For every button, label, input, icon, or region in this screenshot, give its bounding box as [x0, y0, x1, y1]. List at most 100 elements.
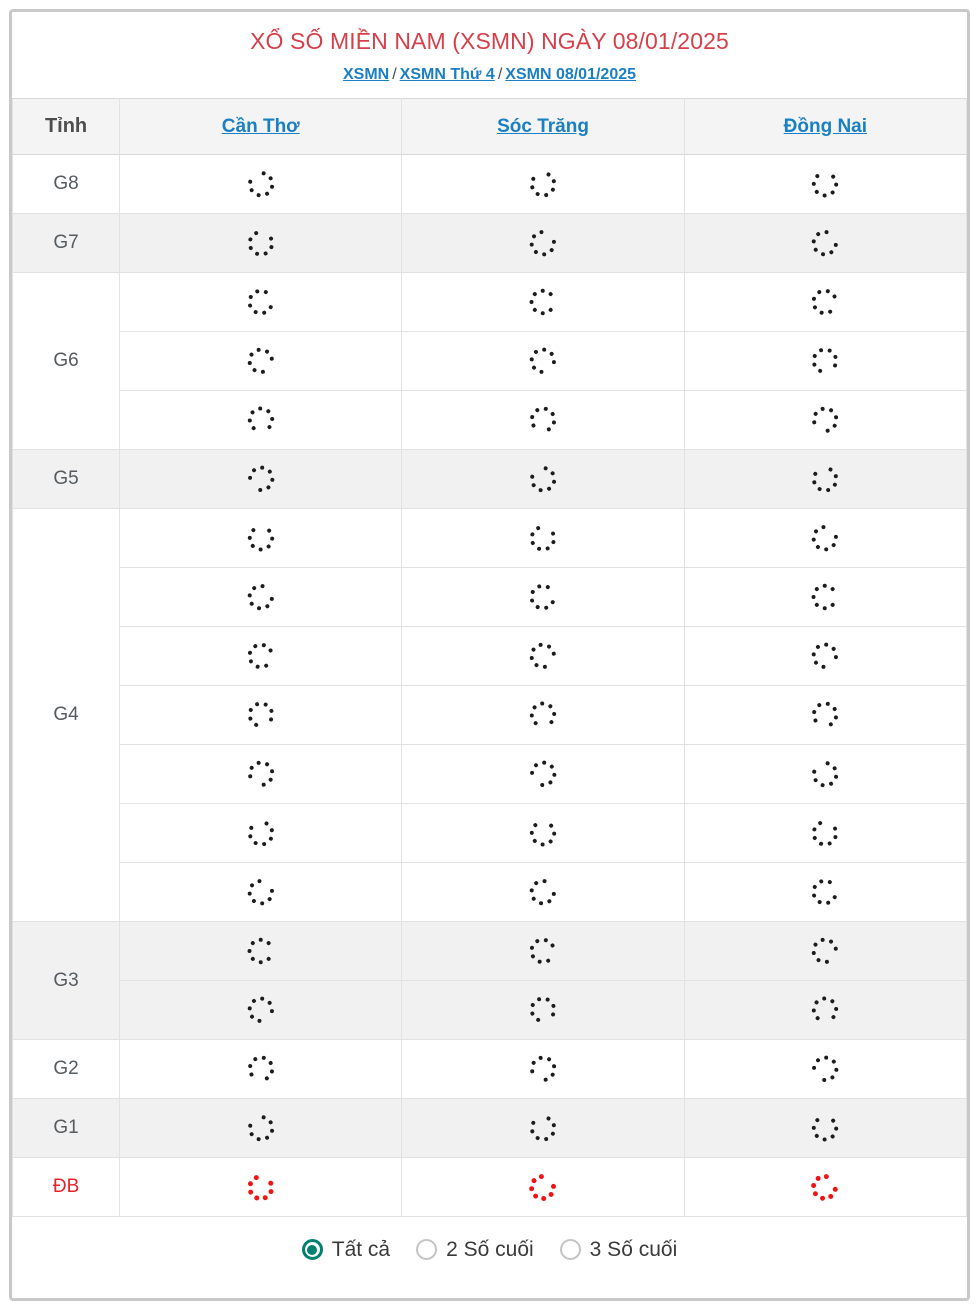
spinner-dot [247, 244, 254, 251]
filter-radio-option-0[interactable]: Tất cả [301, 1237, 391, 1262]
spinner-icon [525, 1051, 561, 1087]
spinner-dot [529, 1185, 535, 1191]
breadcrumb: XSMN / XSMN Thứ 4/XSMN 08/01/2025 [22, 64, 957, 86]
province-link-can-tho[interactable]: Cần Thơ [222, 116, 300, 137]
spinner-dot [541, 760, 547, 766]
filter-option-label: Tất cả [331, 1237, 391, 1261]
spinner-dot [824, 546, 829, 552]
spinner-dot [551, 651, 557, 657]
prize-label-g1: G1 [12, 1098, 121, 1158]
spinner-dot [247, 1063, 253, 1069]
spinner-dot [543, 604, 549, 611]
spinner-dot [548, 763, 555, 771]
spinner-icon [526, 639, 561, 674]
province-link-dong-nai[interactable]: Đồng Nai [784, 116, 867, 137]
prize-label-g8: G8 [12, 154, 121, 214]
spinner-dot [530, 588, 537, 595]
spinner-dot [812, 353, 819, 360]
spinner-dot [262, 250, 269, 256]
spinner-dot [827, 466, 834, 473]
spinner-dot [543, 937, 549, 944]
spinner-dot [263, 1075, 270, 1082]
spinner-dot [269, 356, 275, 362]
table-row: G4 [12, 508, 967, 922]
spinner-dot [821, 664, 827, 670]
spinner-icon [805, 695, 846, 736]
breadcrumb-link-xsmn[interactable]: XSMN [343, 66, 389, 83]
spinner-icon [240, 813, 281, 854]
spinner-dot [249, 881, 256, 889]
spinner-dot [534, 938, 541, 945]
province-link-soc-trang[interactable]: Sóc Trăng [497, 116, 589, 137]
spinner-dot [247, 715, 254, 722]
spinner-dot [268, 244, 274, 250]
spinner-dot [812, 479, 818, 485]
spinner-icon [807, 756, 843, 792]
spinner-dot [812, 717, 819, 724]
breadcrumb-link-xsmn-thu-4[interactable]: XSMN Thứ 4 [400, 66, 495, 83]
spinner-dot [247, 236, 254, 242]
spinner-dot [248, 1071, 255, 1078]
table-row [13, 567, 967, 627]
spinner-dot [824, 229, 830, 235]
spinner-dot [537, 487, 544, 493]
spinner-dot [252, 721, 259, 728]
spinner-dot [550, 178, 557, 184]
spinner-dot [821, 524, 827, 530]
spinner-icon [523, 164, 564, 205]
spinner-dot [825, 486, 831, 493]
spinner-dot [258, 959, 263, 965]
spinner-dot [822, 192, 828, 198]
spinner-icon [243, 344, 278, 379]
spinner-dot [539, 1173, 545, 1179]
spinner-dot [535, 525, 542, 531]
filter-radio-option-1[interactable]: 2 Số cuối [416, 1238, 534, 1262]
spinner-dot [831, 481, 838, 488]
spinner-dot [542, 347, 548, 353]
radio-button-icon[interactable] [301, 1239, 323, 1260]
spinner-dot [812, 776, 819, 783]
spinner-dot [543, 406, 549, 413]
filter-radio-option-2[interactable]: 3 Số cuối [559, 1238, 677, 1262]
spinner-dot [540, 288, 546, 294]
spinner-dot [250, 897, 257, 904]
spinner-dot [532, 290, 539, 298]
spinner-dot [551, 239, 557, 245]
spinner-dot [249, 542, 256, 549]
spinner-dot [830, 1117, 837, 1124]
result-cell [401, 1157, 685, 1217]
spinner-dot [540, 701, 545, 707]
spinner-dot [826, 840, 833, 846]
result-cell [119, 390, 403, 450]
spinner-dot [812, 296, 818, 302]
spinner-dot [263, 348, 271, 356]
spinner-dot [251, 584, 258, 592]
spinner-dot [543, 465, 549, 471]
breadcrumb-link-xsmn-date[interactable]: XSMN 08/01/2025 [505, 66, 636, 83]
spinner-dot [833, 534, 839, 540]
spinner-dot [824, 642, 830, 648]
radio-button-icon[interactable] [416, 1239, 438, 1260]
spinner-dot [817, 898, 824, 905]
radio-button-icon[interactable] [559, 1239, 581, 1260]
spinner-dot [547, 703, 554, 710]
spinner-dot [247, 1188, 255, 1195]
spinner-dot [257, 487, 263, 493]
spinner-dot [262, 662, 269, 669]
result-cell [119, 567, 403, 627]
table-row: G8 [12, 154, 967, 214]
spinner-dot [247, 833, 253, 839]
result-cell [401, 331, 685, 391]
spinner-dot [264, 484, 271, 491]
spinner-dot [542, 664, 548, 670]
spinner-dot [530, 953, 537, 960]
spinner-dot [259, 996, 265, 1002]
spinner-dot [260, 369, 266, 375]
spinner-dot [530, 175, 537, 182]
spinner-dot [548, 822, 555, 829]
spinner-dot [267, 235, 274, 242]
spinner-dot [542, 1077, 548, 1083]
spinner-dot [833, 415, 839, 421]
spinner-dot [257, 878, 263, 884]
table-header: Tỉnh Cần Thơ Sóc Trăng Đồng Nai [12, 98, 967, 155]
